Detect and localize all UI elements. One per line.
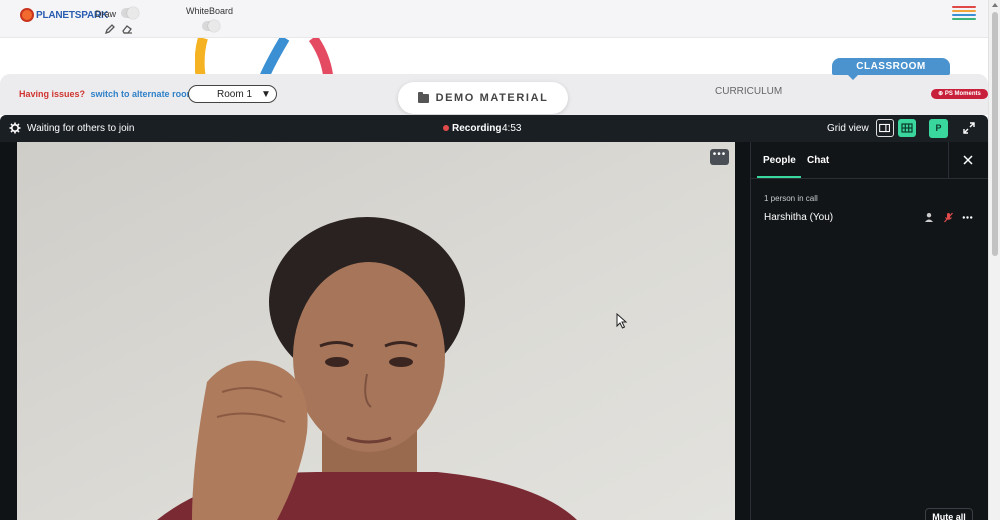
page-scrollbar[interactable]: [988, 0, 1000, 520]
user-avatar[interactable]: P: [929, 119, 948, 138]
view-mode-label: Grid view: [827, 123, 869, 134]
panel-divider: [750, 178, 988, 179]
eraser-icon[interactable]: [121, 23, 133, 35]
pin-participant-icon[interactable]: [924, 212, 935, 223]
room-select-value: Room 1: [217, 88, 253, 100]
mouse-cursor-icon: [616, 313, 628, 329]
switch-room-link[interactable]: switch to alternate room: [91, 89, 195, 99]
call-header-bar: Waiting for others to join Recording 4:5…: [0, 115, 988, 142]
mascot-icon: [20, 8, 34, 22]
demo-material-label: DEMO MATERIAL: [435, 92, 549, 104]
whiteboard-toggle[interactable]: [202, 20, 220, 32]
dropdown-arrow-icon: ▼: [261, 88, 271, 100]
demo-material-button[interactable]: DEMO MATERIAL: [398, 82, 568, 114]
speaker-view-icon[interactable]: [876, 119, 894, 137]
tab-chat[interactable]: Chat: [807, 155, 829, 166]
room-select[interactable]: Room 1 ▼: [188, 85, 277, 103]
participant-name: Harshitha (You): [764, 212, 834, 223]
video-more-options[interactable]: •••: [710, 149, 729, 165]
recording-time: 4:53: [502, 123, 522, 134]
gear-icon[interactable]: [9, 122, 21, 134]
recording-label: Recording: [452, 123, 502, 134]
close-icon[interactable]: [962, 154, 974, 166]
recording-dot-icon: [443, 125, 449, 131]
pencil-icon[interactable]: [104, 23, 116, 35]
participant-video-frame: [17, 142, 735, 520]
mute-all-button[interactable]: Mute all: [925, 508, 973, 520]
scrollbar-thumb[interactable]: [992, 12, 998, 256]
participant-more-icon[interactable]: [962, 212, 973, 223]
call-status-text: Waiting for others to join: [27, 123, 135, 134]
ps-moments-badge[interactable]: ⊕ PS Moments: [931, 89, 988, 99]
grid-view-icon[interactable]: [898, 119, 916, 137]
folder-icon: [417, 91, 429, 103]
fullscreen-icon[interactable]: [962, 121, 976, 135]
connection-help: Having issues? switch to alternate room: [19, 89, 195, 99]
tab-people[interactable]: People: [763, 155, 796, 166]
ps-moments-label: PS Moments: [944, 91, 981, 97]
mic-muted-icon[interactable]: [943, 212, 954, 223]
having-issues-text: Having issues?: [19, 89, 86, 99]
scroll-up-icon[interactable]: [992, 3, 998, 7]
draw-label: Draw: [95, 9, 117, 19]
participant-video[interactable]: [17, 142, 735, 520]
whiteboard-label: WhiteBoard: [186, 6, 234, 16]
hamburger-menu-icon[interactable]: [952, 6, 976, 20]
participant-count: 1 person in call: [764, 194, 818, 203]
classroom-tab[interactable]: CLASSROOM: [832, 58, 950, 80]
panel-vertical-divider: [948, 142, 949, 178]
curriculum-tab[interactable]: CURRICULUM: [715, 86, 782, 97]
draw-toggle[interactable]: [121, 7, 139, 19]
top-toolbar: PLANETSPARK Draw WhiteBoard: [0, 0, 988, 38]
